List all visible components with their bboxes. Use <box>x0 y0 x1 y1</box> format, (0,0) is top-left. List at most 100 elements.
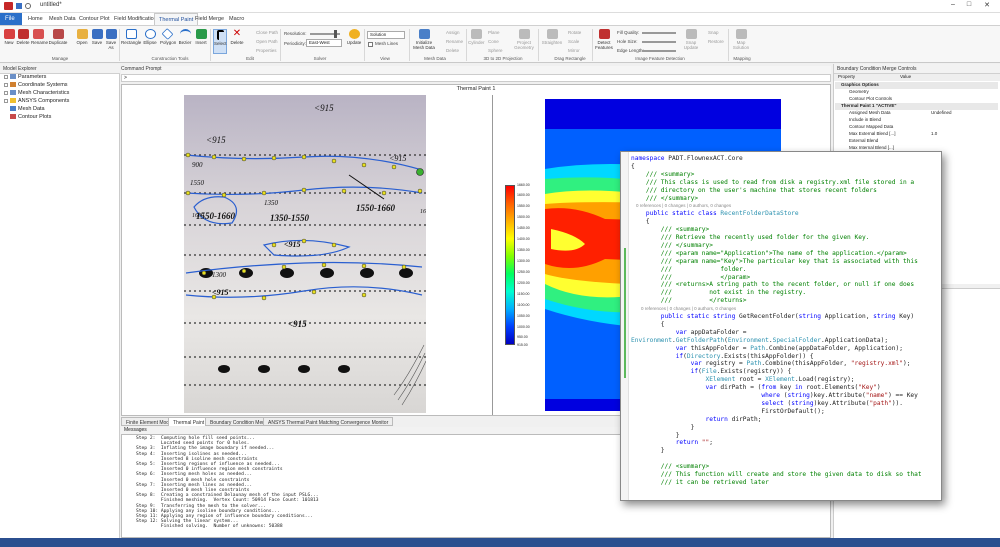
minimize-button[interactable]: – <box>946 1 960 11</box>
maximize-button[interactable]: □ <box>962 1 976 11</box>
tree-item-parameters[interactable]: Parameters <box>4 74 46 80</box>
prop-row[interactable]: External Blend <box>835 138 998 145</box>
ellipse-icon <box>144 29 156 39</box>
code-line: var dirPath = (from key in root.Elements… <box>631 384 881 392</box>
plane-option[interactable]: Plane <box>488 30 500 35</box>
tab-thermal-paint-view[interactable]: Thermal Paint <box>168 417 210 426</box>
title-bar: untitled* – □ ✕ <box>0 0 1000 13</box>
map-solution-button[interactable]: Map Solution <box>732 29 750 50</box>
rotate-option[interactable]: Rotate <box>568 30 581 35</box>
tab-convergence-monitor[interactable]: ANSYS Thermal Paint Matching Convergence… <box>263 417 394 426</box>
assign-option[interactable]: Assign <box>446 30 460 35</box>
project-icon <box>518 29 530 39</box>
delete-button[interactable]: Delete <box>16 29 30 45</box>
polygon-button[interactable]: Polygon <box>160 28 176 45</box>
snap-update-button[interactable]: Snap Update <box>683 29 699 50</box>
group-mapping-label: Mapping <box>733 56 751 61</box>
prop-row[interactable]: Assigned Mesh Data Undefined <box>835 110 998 117</box>
file-menu[interactable]: File <box>0 13 22 25</box>
prop-row[interactable]: Geometry <box>835 89 998 96</box>
sphere-option[interactable]: Sphere <box>488 48 503 53</box>
tab-home[interactable]: Home <box>24 13 47 25</box>
tree-item-mesh-data[interactable]: Mesh Data <box>10 106 45 112</box>
view-select[interactable]: Solution <box>367 31 405 39</box>
detect-features-button[interactable]: Detect Features <box>595 29 613 50</box>
col-property: Property <box>838 74 856 79</box>
code-token: ) <box>876 384 881 392</box>
selected-point[interactable] <box>416 168 424 176</box>
rename-button[interactable]: Rename <box>31 29 48 45</box>
annotation-label: 1350-1550 <box>270 213 309 223</box>
save-as-button[interactable]: Save As <box>104 29 118 50</box>
code-line: select (string)key.Attribute("path")). <box>631 400 903 408</box>
rename-icon <box>32 29 44 39</box>
rectangle-button[interactable]: Rectangle <box>121 29 141 45</box>
rename-option[interactable]: Rename <box>446 39 463 44</box>
command-input[interactable]: > <box>121 74 831 82</box>
properties-option[interactable]: Properties <box>256 48 277 53</box>
cylinder-button[interactable]: Cylinder <box>468 29 485 45</box>
section-thermal-paint-active[interactable]: Thermal Paint 1 "ACTIVE" <box>835 103 998 110</box>
straighten-button[interactable]: Straighten <box>541 29 563 45</box>
edit-delete-button[interactable]: ✕ Delete <box>230 29 244 46</box>
project-geometry-button[interactable]: Project Geometry <box>512 29 536 50</box>
tab-field-merge[interactable]: Field Merge <box>191 13 228 25</box>
bezier-button[interactable]: Bezier <box>178 29 192 45</box>
scale-option[interactable]: Scale <box>568 39 579 44</box>
expand-icon[interactable] <box>4 98 8 103</box>
expand-icon[interactable] <box>4 82 8 87</box>
initialize-mesh-data-button[interactable]: Initialize Mesh Data <box>412 29 436 50</box>
thermal-paint-image[interactable]: <915 <915 <915 900 1550 1350 1350-1550 1… <box>184 95 426 413</box>
restore-option[interactable]: Restore <box>708 39 724 44</box>
tree-item-coordinate-systems[interactable]: Coordinate Systems <box>4 82 68 88</box>
code-token: } <box>631 431 680 439</box>
mirror-option[interactable]: Mirror <box>568 48 580 53</box>
code-token: ) == Key <box>888 392 918 399</box>
code-token: /// <param name="Key">The particular key… <box>631 257 918 265</box>
select-button[interactable]: Select <box>213 29 227 54</box>
delete-option[interactable]: Delete <box>446 48 459 53</box>
tab-contour-plot[interactable]: Contour Plot <box>75 13 114 25</box>
code-line: /// <summary> <box>631 226 709 234</box>
cone-option[interactable]: Cone <box>488 39 499 44</box>
tree-item-ansys-components[interactable]: ANSYS Components <box>4 98 69 104</box>
group-solver-label: Solver <box>313 56 327 61</box>
update-button[interactable]: Update <box>346 29 362 45</box>
code-token: } <box>631 447 665 455</box>
save-button[interactable]: Save <box>90 29 104 45</box>
code-token: /// it can be retrieved later <box>631 478 769 486</box>
insert-button[interactable]: Insert <box>194 29 208 45</box>
prop-row[interactable]: Include in Blend <box>835 117 998 124</box>
mesh-lines-checkbox[interactable] <box>368 42 373 47</box>
expand-icon[interactable] <box>4 90 8 95</box>
code-editor-overlay[interactable]: namespace PADT.FlownexACT.Core{ /// <sum… <box>620 151 942 501</box>
new-button[interactable]: New <box>2 29 16 45</box>
qat-undo-icon[interactable] <box>25 3 31 9</box>
qat-save-icon[interactable] <box>16 3 22 9</box>
prop-row[interactable]: Contour Mapped Data <box>835 124 998 131</box>
edge-length-slider[interactable] <box>642 50 676 52</box>
close-button[interactable]: ✕ <box>980 1 994 11</box>
fill-quality-slider[interactable] <box>642 32 676 34</box>
expand-icon[interactable] <box>4 74 8 79</box>
code-token: in <box>794 384 807 392</box>
tree-item-contour-plots[interactable]: Contour Plots <box>10 114 51 120</box>
ellipse-button[interactable]: Ellipse <box>143 29 157 45</box>
snap-option[interactable]: Snap <box>708 30 719 35</box>
hole-size-slider[interactable] <box>642 41 676 43</box>
open-button[interactable]: Open <box>75 29 89 45</box>
close-path-option[interactable]: Close Path <box>256 30 278 35</box>
slider-thumb[interactable] <box>334 30 337 38</box>
prop-row[interactable]: Contour Plot Controls <box>835 96 998 103</box>
code-token: .Load(registry); <box>794 376 855 384</box>
periodicity-select[interactable]: East-West <box>306 39 342 47</box>
tree-item-mesh-characteristics[interactable]: Mesh Characteristics <box>4 90 69 96</box>
duplicate-button[interactable]: Duplicate <box>48 29 68 45</box>
mesh-lines-label: Mesh Lines <box>375 41 399 46</box>
color-legend <box>505 185 515 345</box>
open-path-option[interactable]: Open Path <box>256 39 278 44</box>
resolution-slider[interactable] <box>310 30 340 38</box>
tab-macro[interactable]: Macro <box>225 13 248 25</box>
prop-row[interactable]: Max External Blend [...] 1.0 <box>835 131 998 138</box>
section-graphics-options[interactable]: Graphics Options <box>835 82 998 89</box>
